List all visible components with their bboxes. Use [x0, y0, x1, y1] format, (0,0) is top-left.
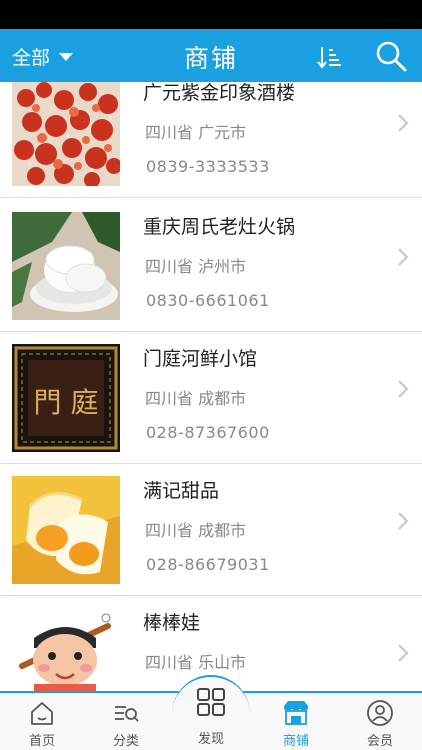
tab-home-label: 首页	[28, 734, 55, 749]
shop-icon	[284, 701, 308, 725]
category-icon	[115, 706, 139, 722]
shop-list: 广元紫金印象酒楼 四川省 广元市 0839-3333533 重庆周氏老灶火锅 四…	[0, 82, 422, 691]
shop-list-item[interactable]: 門 庭 门庭河鲜小馆 四川省 成都市 028-87367600	[0, 332, 422, 464]
shop-phone: 0839-3333533	[146, 157, 270, 176]
tab-shop-label: 商铺	[282, 734, 309, 749]
shop-thumbnail	[12, 212, 120, 320]
chevron-right-icon	[398, 248, 409, 266]
tab-member[interactable]: 会员	[338, 693, 422, 750]
chevron-right-icon	[398, 512, 409, 530]
shop-list-item[interactable]: 广元紫金印象酒楼 四川省 广元市 0839-3333533	[0, 82, 422, 198]
shop-region: 四川省 成都市	[145, 521, 247, 540]
shop-phone: 028-87367600	[146, 423, 270, 442]
shop-name: 棒棒娃	[143, 612, 201, 634]
shop-thumbnail-calligraphy: 門 庭	[34, 386, 99, 419]
page-title: 商铺	[183, 44, 238, 73]
tab-shop[interactable]: 商铺	[254, 693, 338, 750]
tab-member-label: 会员	[366, 734, 393, 749]
shop-list-item[interactable]: 满记甜品 四川省 成都市 028-86679031	[0, 464, 422, 596]
shop-thumbnail	[12, 476, 120, 584]
shop-region: 四川省 成都市	[145, 389, 247, 408]
shop-list-item[interactable]: 重庆周氏老灶火锅 四川省 泸州市 0830-6661061	[0, 200, 422, 332]
sort-icon[interactable]	[316, 44, 342, 70]
shop-thumbnail: 門 庭	[12, 344, 120, 452]
discover-icon	[197, 688, 225, 716]
chevron-right-icon	[398, 114, 409, 132]
shop-region: 四川省 泸州市	[145, 257, 247, 276]
shop-phone: 0830-6661061	[146, 291, 270, 310]
shop-region: 四川省 广元市	[145, 123, 247, 142]
shop-name: 满记甜品	[143, 480, 220, 502]
shop-thumbnail	[12, 82, 120, 186]
shop-name: 重庆周氏老灶火锅	[143, 216, 296, 238]
shop-name: 广元紫金印象酒楼	[143, 82, 296, 104]
chevron-right-icon	[398, 380, 409, 398]
home-icon	[31, 702, 53, 725]
tab-discover-label: 发现	[197, 732, 224, 747]
tab-category[interactable]: 分类	[84, 693, 168, 750]
shop-phone: 028-86679031	[146, 555, 270, 574]
tab-category-label: 分类	[112, 734, 139, 749]
member-icon	[367, 700, 393, 726]
shop-region: 四川省 乐山市	[145, 653, 247, 672]
shop-thumbnail	[12, 608, 120, 691]
chevron-right-icon	[398, 644, 409, 662]
status-bar	[0, 0, 422, 29]
tab-discover[interactable]: 发现	[172, 677, 250, 750]
tab-home[interactable]: 首页	[0, 693, 84, 750]
shop-name: 门庭河鲜小馆	[143, 348, 258, 370]
search-icon[interactable]	[374, 40, 408, 72]
nav-bar: 全部 商铺	[0, 29, 422, 82]
